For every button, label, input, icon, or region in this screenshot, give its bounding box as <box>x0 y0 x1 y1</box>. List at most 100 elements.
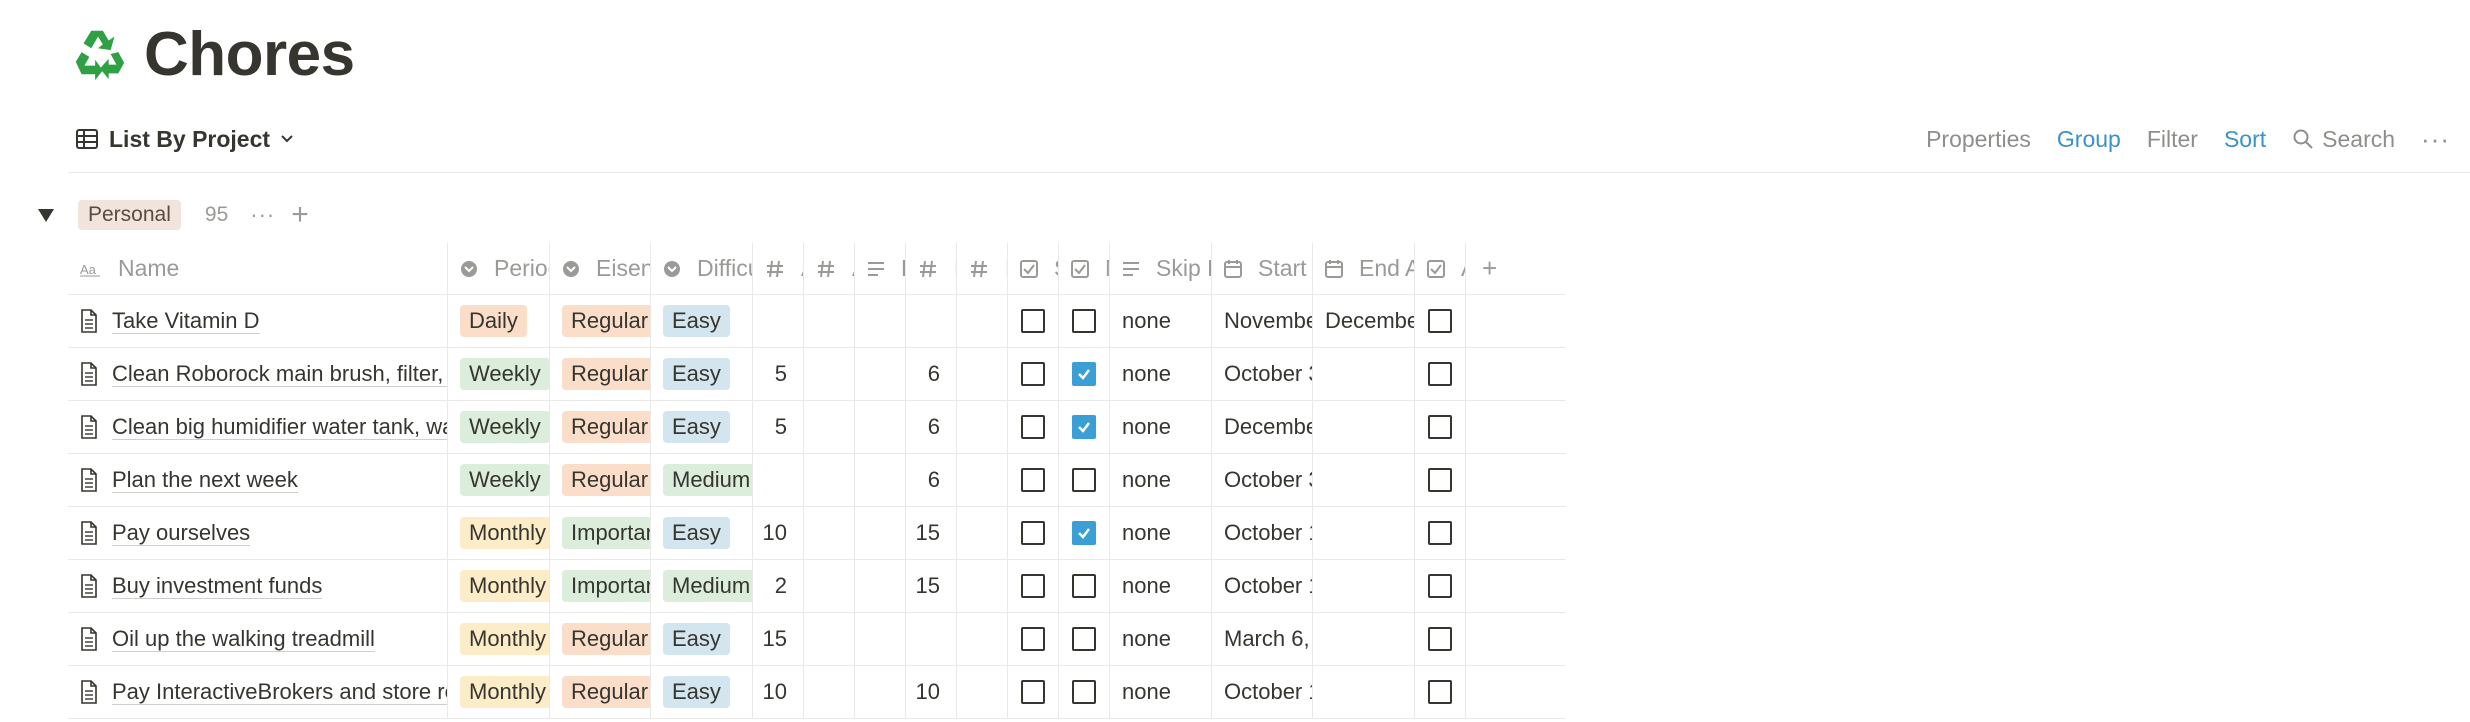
table-cell[interactable]: 6 <box>906 348 957 400</box>
checkbox[interactable] <box>1428 468 1452 492</box>
table-cell[interactable]: Easy <box>651 295 753 347</box>
table-cell[interactable] <box>957 560 1008 612</box>
checkbox[interactable] <box>1021 362 1045 386</box>
checkbox[interactable] <box>1428 574 1452 598</box>
table-cell[interactable] <box>1059 348 1110 400</box>
group-button[interactable]: Group <box>2057 126 2121 153</box>
checkbox[interactable] <box>1072 627 1096 651</box>
checkbox[interactable] <box>1428 627 1452 651</box>
checkbox[interactable] <box>1021 521 1045 545</box>
row-title[interactable]: Clean Roborock main brush, filter, and d… <box>112 361 447 388</box>
table-cell[interactable] <box>855 507 906 559</box>
sort-button[interactable]: Sort <box>2224 126 2266 153</box>
table-cell[interactable] <box>1313 401 1415 453</box>
table-cell[interactable] <box>1059 507 1110 559</box>
table-row[interactable]: Pay ourselves Monthly Important-an Easy 10 15… <box>68 507 1566 560</box>
column-header[interactable]: Skip Rule <box>1110 243 1212 294</box>
checkbox[interactable] <box>1072 680 1096 704</box>
checkbox[interactable] <box>1072 415 1096 439</box>
table-cell[interactable] <box>1313 348 1415 400</box>
table-cell[interactable]: none <box>1110 295 1212 347</box>
checkbox[interactable] <box>1072 574 1096 598</box>
recycle-icon[interactable] <box>70 25 128 83</box>
view-selector[interactable]: List By Project <box>75 118 294 160</box>
table-cell[interactable] <box>753 454 804 506</box>
table-row[interactable]: Buy investment funds Monthly Important-an M… <box>68 560 1566 613</box>
table-cell[interactable]: 10 <box>906 666 957 718</box>
checkbox[interactable] <box>1072 309 1096 333</box>
table-cell[interactable]: November 26 <box>1212 295 1313 347</box>
table-cell[interactable]: Important-an <box>550 560 651 612</box>
table-cell[interactable] <box>957 666 1008 718</box>
table-cell[interactable]: Regular <box>550 295 651 347</box>
table-cell[interactable] <box>753 295 804 347</box>
table-cell[interactable] <box>804 295 855 347</box>
table-cell[interactable] <box>906 295 957 347</box>
table-cell[interactable]: Medium <box>651 560 753 612</box>
table-cell[interactable]: none <box>1110 507 1212 559</box>
table-cell[interactable]: Weekly <box>448 401 550 453</box>
checkbox[interactable] <box>1021 415 1045 439</box>
table-cell[interactable] <box>804 401 855 453</box>
table-cell[interactable]: Pay ourselves <box>68 507 448 559</box>
checkbox[interactable] <box>1021 574 1045 598</box>
table-cell[interactable]: none <box>1110 613 1212 665</box>
checkbox[interactable] <box>1021 680 1045 704</box>
table-cell[interactable]: Weekly <box>448 454 550 506</box>
table-cell[interactable]: 2 <box>753 560 804 612</box>
table-cell[interactable]: October 17, 2 <box>1212 507 1313 559</box>
table-cell[interactable] <box>906 613 957 665</box>
group-more-button[interactable]: ··· <box>250 202 275 228</box>
table-cell[interactable]: Oil up the walking treadmill <box>68 613 448 665</box>
table-cell[interactable]: none <box>1110 666 1212 718</box>
table-cell[interactable] <box>804 348 855 400</box>
table-cell[interactable] <box>957 613 1008 665</box>
table-row[interactable]: Clean Roborock main brush, filter, and d… <box>68 348 1566 401</box>
table-cell[interactable] <box>855 560 906 612</box>
table-cell[interactable]: Take Vitamin D <box>68 295 448 347</box>
table-row[interactable]: Oil up the walking treadmill Monthly Regul… <box>68 613 1566 666</box>
table-cell[interactable]: Clean Roborock main brush, filter, and d… <box>68 348 448 400</box>
column-header[interactable]: Period <box>448 243 550 294</box>
table-cell[interactable]: 15 <box>906 560 957 612</box>
table-cell[interactable] <box>1313 613 1415 665</box>
collapse-toggle-icon[interactable] <box>38 208 54 222</box>
table-cell[interactable]: Clean big humidifier water tank, water t… <box>68 401 448 453</box>
table-cell[interactable] <box>1415 348 1466 400</box>
table-cell[interactable] <box>804 666 855 718</box>
table-cell[interactable]: Easy <box>651 613 753 665</box>
table-cell[interactable]: none <box>1110 454 1212 506</box>
column-header[interactable]: D. <box>855 243 906 294</box>
checkbox[interactable] <box>1072 362 1096 386</box>
table-cell[interactable] <box>1008 507 1059 559</box>
table-cell[interactable] <box>1008 401 1059 453</box>
row-title[interactable]: Pay ourselves <box>112 520 251 547</box>
table-cell[interactable] <box>804 613 855 665</box>
table-cell[interactable]: 10 <box>753 666 804 718</box>
table-cell[interactable]: Easy <box>651 401 753 453</box>
table-row[interactable]: Take Vitamin D Daily Regular Easy none Novemb… <box>68 295 1566 348</box>
table-cell[interactable]: October 3, 20 <box>1212 454 1313 506</box>
table-cell[interactable] <box>1313 507 1415 559</box>
column-header[interactable]: A. <box>804 243 855 294</box>
table-cell[interactable]: 5 <box>753 401 804 453</box>
table-cell[interactable] <box>957 454 1008 506</box>
table-cell[interactable] <box>1008 560 1059 612</box>
table-cell[interactable] <box>957 507 1008 559</box>
row-title[interactable]: Buy investment funds <box>112 573 323 600</box>
table-row[interactable]: Plan the next week Weekly Regular Medium 6 no… <box>68 454 1566 507</box>
table-cell[interactable] <box>855 401 906 453</box>
checkbox[interactable] <box>1428 680 1452 704</box>
table-cell[interactable]: Buy investment funds <box>68 560 448 612</box>
row-title[interactable]: Take Vitamin D <box>112 308 260 335</box>
table-cell[interactable]: Easy <box>651 348 753 400</box>
table-cell[interactable]: Regular <box>550 401 651 453</box>
table-cell[interactable]: Regular <box>550 454 651 506</box>
table-cell[interactable] <box>957 401 1008 453</box>
table-cell[interactable] <box>804 454 855 506</box>
column-header[interactable]: D. <box>906 243 957 294</box>
checkbox[interactable] <box>1021 627 1045 651</box>
row-title[interactable]: Pay InteractiveBrokers and store reports <box>112 679 447 706</box>
table-cell[interactable] <box>957 348 1008 400</box>
table-cell[interactable] <box>1059 666 1110 718</box>
